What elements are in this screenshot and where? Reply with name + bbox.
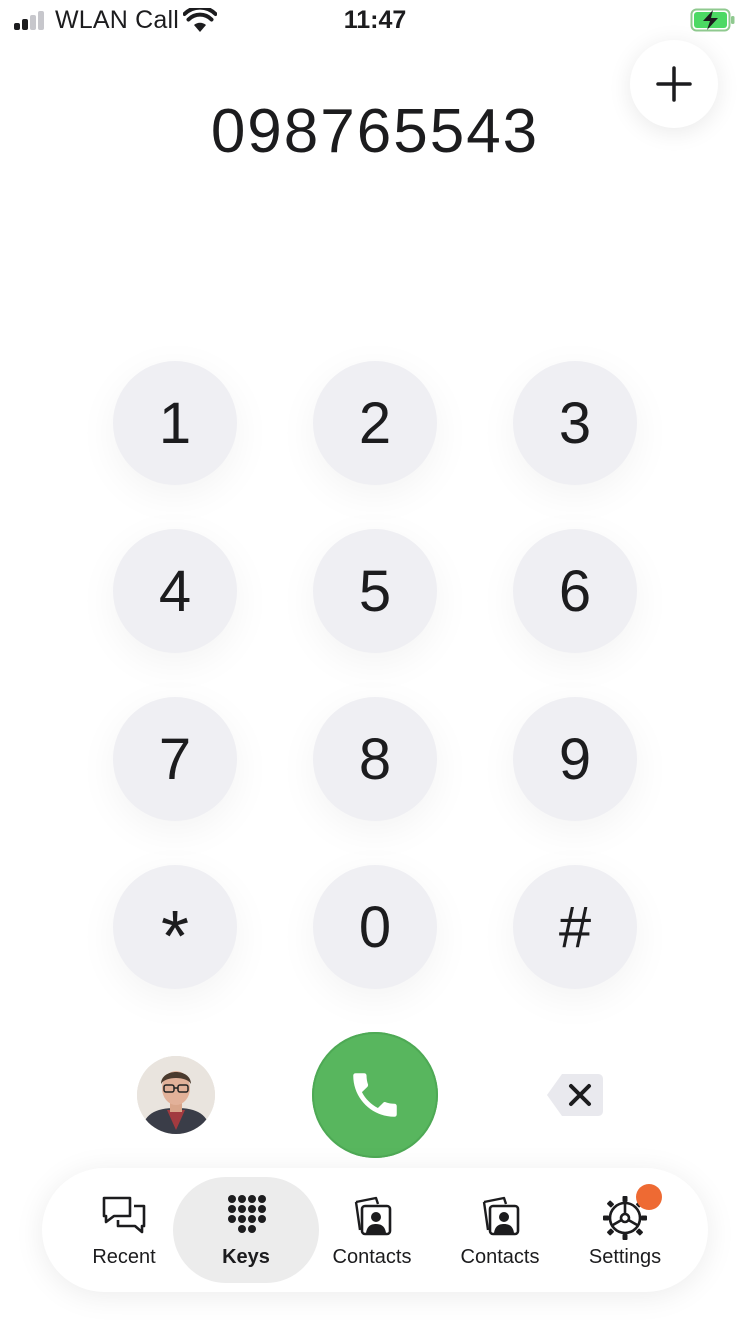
- contact-card-icon: [354, 1196, 392, 1236]
- key-1[interactable]: 1: [113, 361, 237, 485]
- tab-keys-label: Keys: [222, 1246, 270, 1268]
- tab-keys[interactable]: Keys: [173, 1168, 319, 1292]
- key-5[interactable]: 5: [313, 529, 437, 653]
- tab-recent-label: Recent: [92, 1246, 156, 1268]
- notification-badge: [636, 1184, 662, 1210]
- chat-bubbles-icon: [102, 1196, 146, 1234]
- tab-contacts-label: Contacts: [332, 1246, 412, 1268]
- backspace-icon[interactable]: [546, 1072, 604, 1118]
- tab-contacts-2-label: Contacts: [460, 1246, 540, 1268]
- tab-settings-label: Settings: [588, 1246, 662, 1268]
- dialed-number-display[interactable]: 098765543: [0, 96, 750, 167]
- tab-contacts[interactable]: Contacts: [322, 1168, 422, 1292]
- bottom-tab-bar: Recent Keys Contacts Contacts Settings: [42, 1168, 708, 1292]
- key-hash[interactable]: #: [513, 865, 637, 989]
- avatar[interactable]: [137, 1056, 215, 1134]
- status-bar: WLAN Call 11:47: [0, 0, 750, 40]
- key-8[interactable]: 8: [313, 697, 437, 821]
- tab-recent[interactable]: Recent: [62, 1168, 186, 1292]
- key-9[interactable]: 9: [513, 697, 637, 821]
- call-button[interactable]: [312, 1032, 438, 1158]
- key-0[interactable]: 0: [313, 865, 437, 989]
- tab-settings[interactable]: Settings: [575, 1168, 675, 1292]
- key-star[interactable]: *: [113, 865, 237, 989]
- contact-card-icon: [482, 1196, 520, 1236]
- tab-contacts-2[interactable]: Contacts: [450, 1168, 550, 1292]
- key-2[interactable]: 2: [313, 361, 437, 485]
- key-7[interactable]: 7: [113, 697, 237, 821]
- battery-charging-icon: [690, 8, 735, 32]
- keypad-icon: [228, 1195, 266, 1233]
- clock-time: 11:47: [343, 6, 407, 34]
- avatar-image: [137, 1056, 215, 1134]
- key-6[interactable]: 6: [513, 529, 637, 653]
- key-3[interactable]: 3: [513, 361, 637, 485]
- phone-icon: [353, 1073, 397, 1117]
- key-4[interactable]: 4: [113, 529, 237, 653]
